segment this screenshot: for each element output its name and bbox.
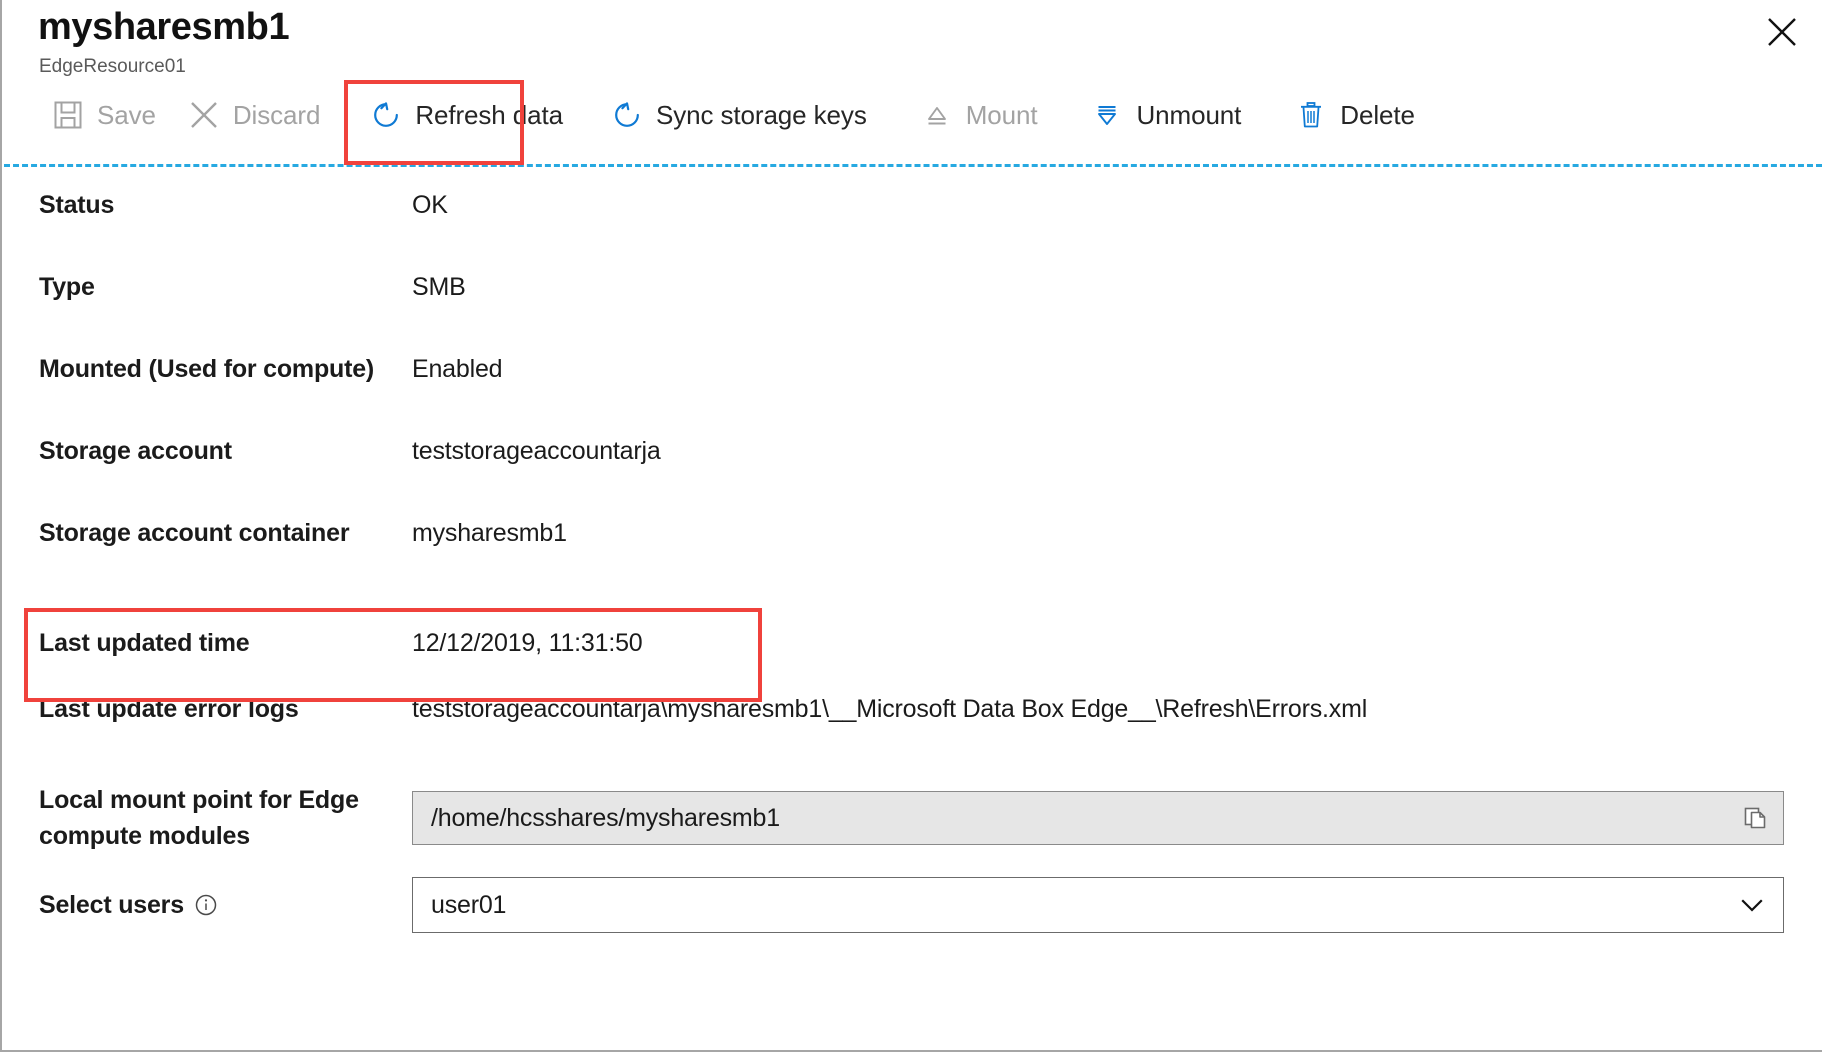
- local-mount-point-label: Local mount point for Edge compute modul…: [2, 782, 412, 854]
- status-value: OK: [412, 186, 448, 224]
- property-row-last-update-error-logs: Last update error logs teststorageaccoun…: [2, 690, 1822, 772]
- type-value: SMB: [412, 268, 466, 306]
- property-row-mounted: Mounted (Used for compute) Enabled: [2, 350, 1822, 432]
- select-users-label-text: Select users: [39, 886, 184, 924]
- storage-account-label: Storage account: [2, 432, 412, 470]
- delete-label: Delete: [1340, 100, 1415, 131]
- close-icon: [1765, 15, 1799, 49]
- local-mount-point-input[interactable]: /home/hcsshares/mysharesmb1: [412, 791, 1784, 845]
- select-users-value: user01: [431, 891, 506, 920]
- property-row-storage-container: Storage account container mysharesmb1: [2, 514, 1822, 596]
- last-update-error-logs-value: teststorageaccountarja\mysharesmb1\__Mic…: [412, 690, 1367, 728]
- local-mount-point-field-wrap: /home/hcsshares/mysharesmb1: [412, 791, 1784, 845]
- unmount-icon: [1091, 99, 1123, 131]
- property-row-status: Status OK: [2, 186, 1822, 268]
- select-users-label: Select users: [2, 886, 412, 924]
- command-bar: Save Discard Refresh data: [2, 84, 1431, 146]
- mount-label: Mount: [966, 100, 1038, 131]
- select-users-dropdown[interactable]: user01: [412, 877, 1784, 933]
- discard-label: Discard: [233, 100, 320, 131]
- mounted-label: Mounted (Used for compute): [2, 350, 412, 388]
- mount-button: Mount: [905, 87, 1054, 143]
- toolbar-separator: [4, 164, 1822, 167]
- share-details-blade: mysharesmb1 EdgeResource01 Save: [0, 0, 1822, 1052]
- blade-header: mysharesmb1 EdgeResource01: [2, 0, 1822, 78]
- properties-list: Status OK Type SMB Mounted (Used for com…: [2, 186, 1822, 946]
- unmount-label: Unmount: [1136, 100, 1241, 131]
- refresh-data-button[interactable]: Refresh data: [354, 87, 579, 143]
- save-icon: [52, 99, 84, 131]
- local-mount-point-value: /home/hcsshares/mysharesmb1: [431, 804, 780, 833]
- mounted-value: Enabled: [412, 350, 502, 388]
- resource-subtitle: EdgeResource01: [39, 56, 186, 78]
- save-label: Save: [97, 100, 156, 131]
- type-label: Type: [2, 268, 412, 306]
- discard-button: Discard: [172, 87, 336, 143]
- storage-account-value: teststorageaccountarja: [412, 432, 661, 470]
- storage-container-label: Storage account container: [2, 514, 412, 552]
- info-icon[interactable]: [194, 893, 218, 917]
- property-row-select-users: Select users user01: [2, 864, 1822, 946]
- unmount-button[interactable]: Unmount: [1075, 87, 1257, 143]
- delete-button[interactable]: Delete: [1279, 87, 1431, 143]
- page-title: mysharesmb1: [38, 6, 289, 49]
- sync-storage-keys-label: Sync storage keys: [656, 100, 867, 131]
- mount-icon: [921, 99, 953, 131]
- property-row-storage-account: Storage account teststorageaccountarja: [2, 432, 1822, 514]
- select-users-field-wrap: user01: [412, 877, 1784, 933]
- refresh-icon: [370, 99, 402, 131]
- discard-icon: [188, 99, 220, 131]
- chevron-down-icon[interactable]: [1737, 890, 1767, 920]
- last-updated-time-value: 12/12/2019, 11:31:50: [412, 624, 642, 662]
- refresh-data-label: Refresh data: [415, 100, 563, 131]
- status-label: Status: [2, 186, 412, 224]
- delete-icon: [1295, 99, 1327, 131]
- property-row-last-updated-time: Last updated time 12/12/2019, 11:31:50: [2, 596, 1822, 690]
- save-button: Save: [36, 87, 172, 143]
- last-update-error-logs-label: Last update error logs: [2, 690, 412, 728]
- last-updated-time-label: Last updated time: [2, 624, 412, 662]
- copy-icon[interactable]: [1741, 803, 1771, 833]
- property-row-type: Type SMB: [2, 268, 1822, 350]
- storage-container-value: mysharesmb1: [412, 514, 567, 552]
- sync-icon: [611, 99, 643, 131]
- sync-storage-keys-button[interactable]: Sync storage keys: [595, 87, 883, 143]
- property-row-local-mount-point: Local mount point for Edge compute modul…: [2, 772, 1822, 864]
- close-button[interactable]: [1756, 6, 1808, 58]
